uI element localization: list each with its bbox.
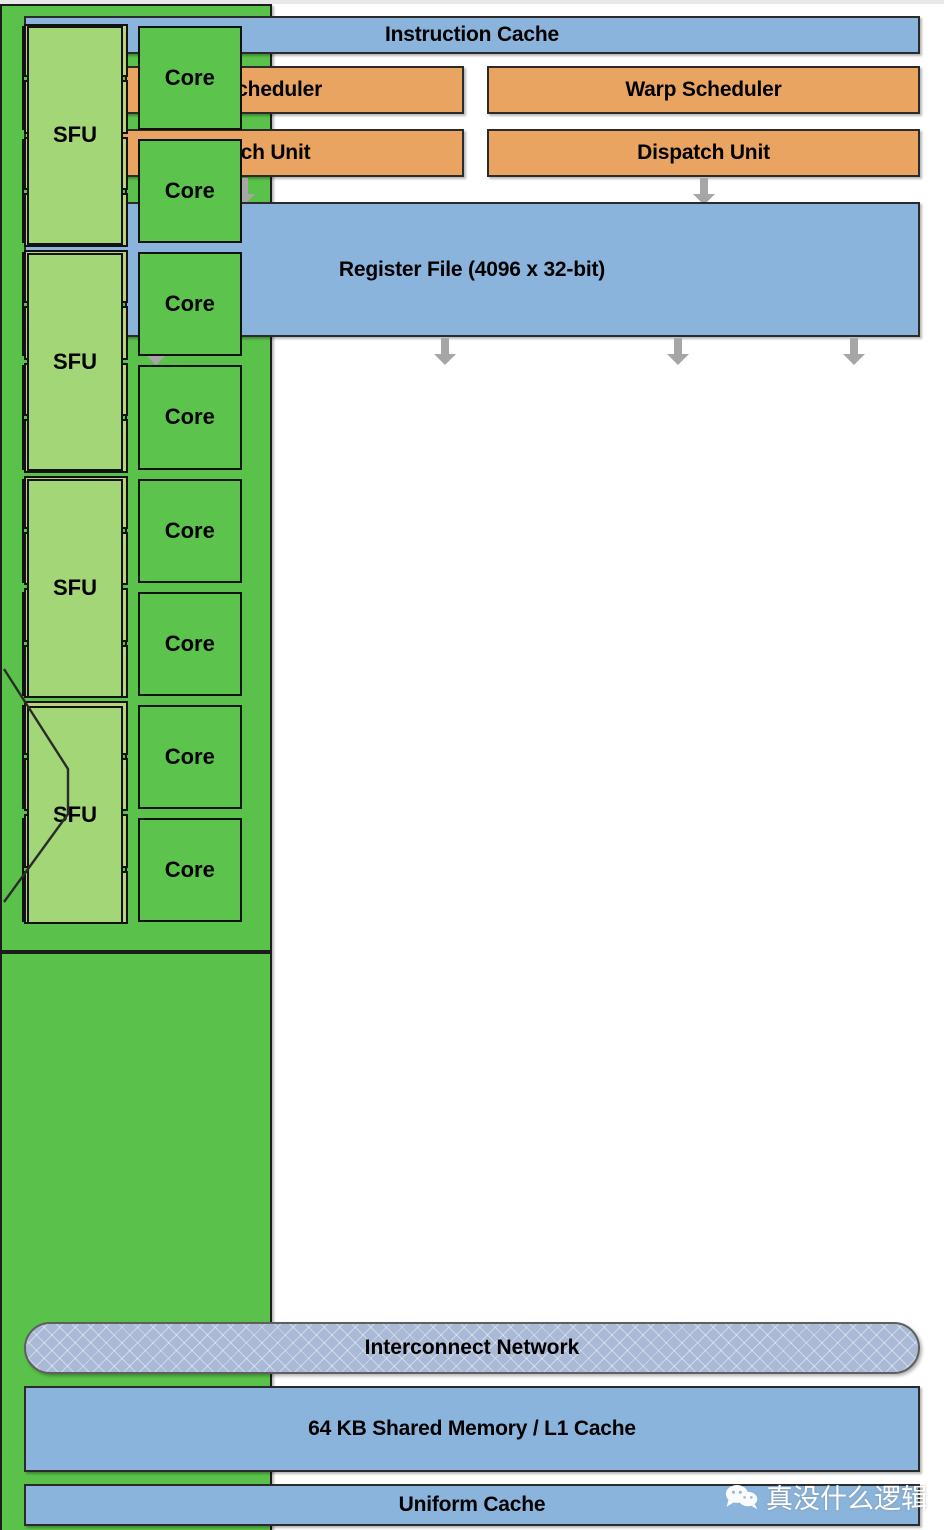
dispatch-unit-label-1: Dispatch Unit <box>637 141 770 164</box>
register-file-label: Register File (4096 x 32-bit) <box>338 257 606 281</box>
arrow-registerfile-to-sfu-block <box>841 338 867 366</box>
shared-memory-l1-cache-label: 64 KB Shared Memory / L1 Cache <box>308 1417 636 1440</box>
sm-block-diagram: Instruction Cache Warp Scheduler Warp Sc… <box>0 0 944 1530</box>
core-cell: Core <box>137 365 242 470</box>
core-cell: Core <box>137 478 242 583</box>
arrow-registerfile-to-core-block-right <box>432 338 458 366</box>
core-cell: Core <box>137 139 242 244</box>
warp-scheduler-block-1: Warp Scheduler <box>487 66 920 114</box>
core-cell: Core <box>137 704 242 809</box>
sfu-cell: SFU <box>27 252 123 471</box>
warp-scheduler-label-1: Warp Scheduler <box>625 78 782 101</box>
watermark: 真没什么逻辑 <box>725 1477 928 1516</box>
sfu-cell: SFU <box>27 26 123 245</box>
dispatch-unit-block-1: Dispatch Unit <box>487 129 920 177</box>
watermark-text: 真没什么逻辑 <box>766 1484 928 1514</box>
core-cell: Core <box>137 817 242 922</box>
wechat-icon <box>725 1485 758 1510</box>
sfu-column: SFU SFU SFU SFU <box>27 26 123 924</box>
core-cell: Core <box>137 26 242 131</box>
interconnect-network-label: Interconnect Network <box>364 1336 580 1359</box>
core-cell: Core <box>137 252 242 357</box>
arrow-registerfile-to-ldst-block <box>665 338 691 366</box>
shared-memory-l1-cache-block: 64 KB Shared Memory / L1 Cache <box>24 1386 920 1472</box>
core-cell: Core <box>137 591 242 696</box>
sfu-cell: SFU <box>27 705 123 924</box>
uniform-cache-label: Uniform Cache <box>398 1493 546 1516</box>
instruction-cache-label: Instruction Cache <box>385 23 559 46</box>
sfu-cell: SFU <box>27 479 123 698</box>
interconnect-network-block: Interconnect Network <box>24 1322 920 1374</box>
